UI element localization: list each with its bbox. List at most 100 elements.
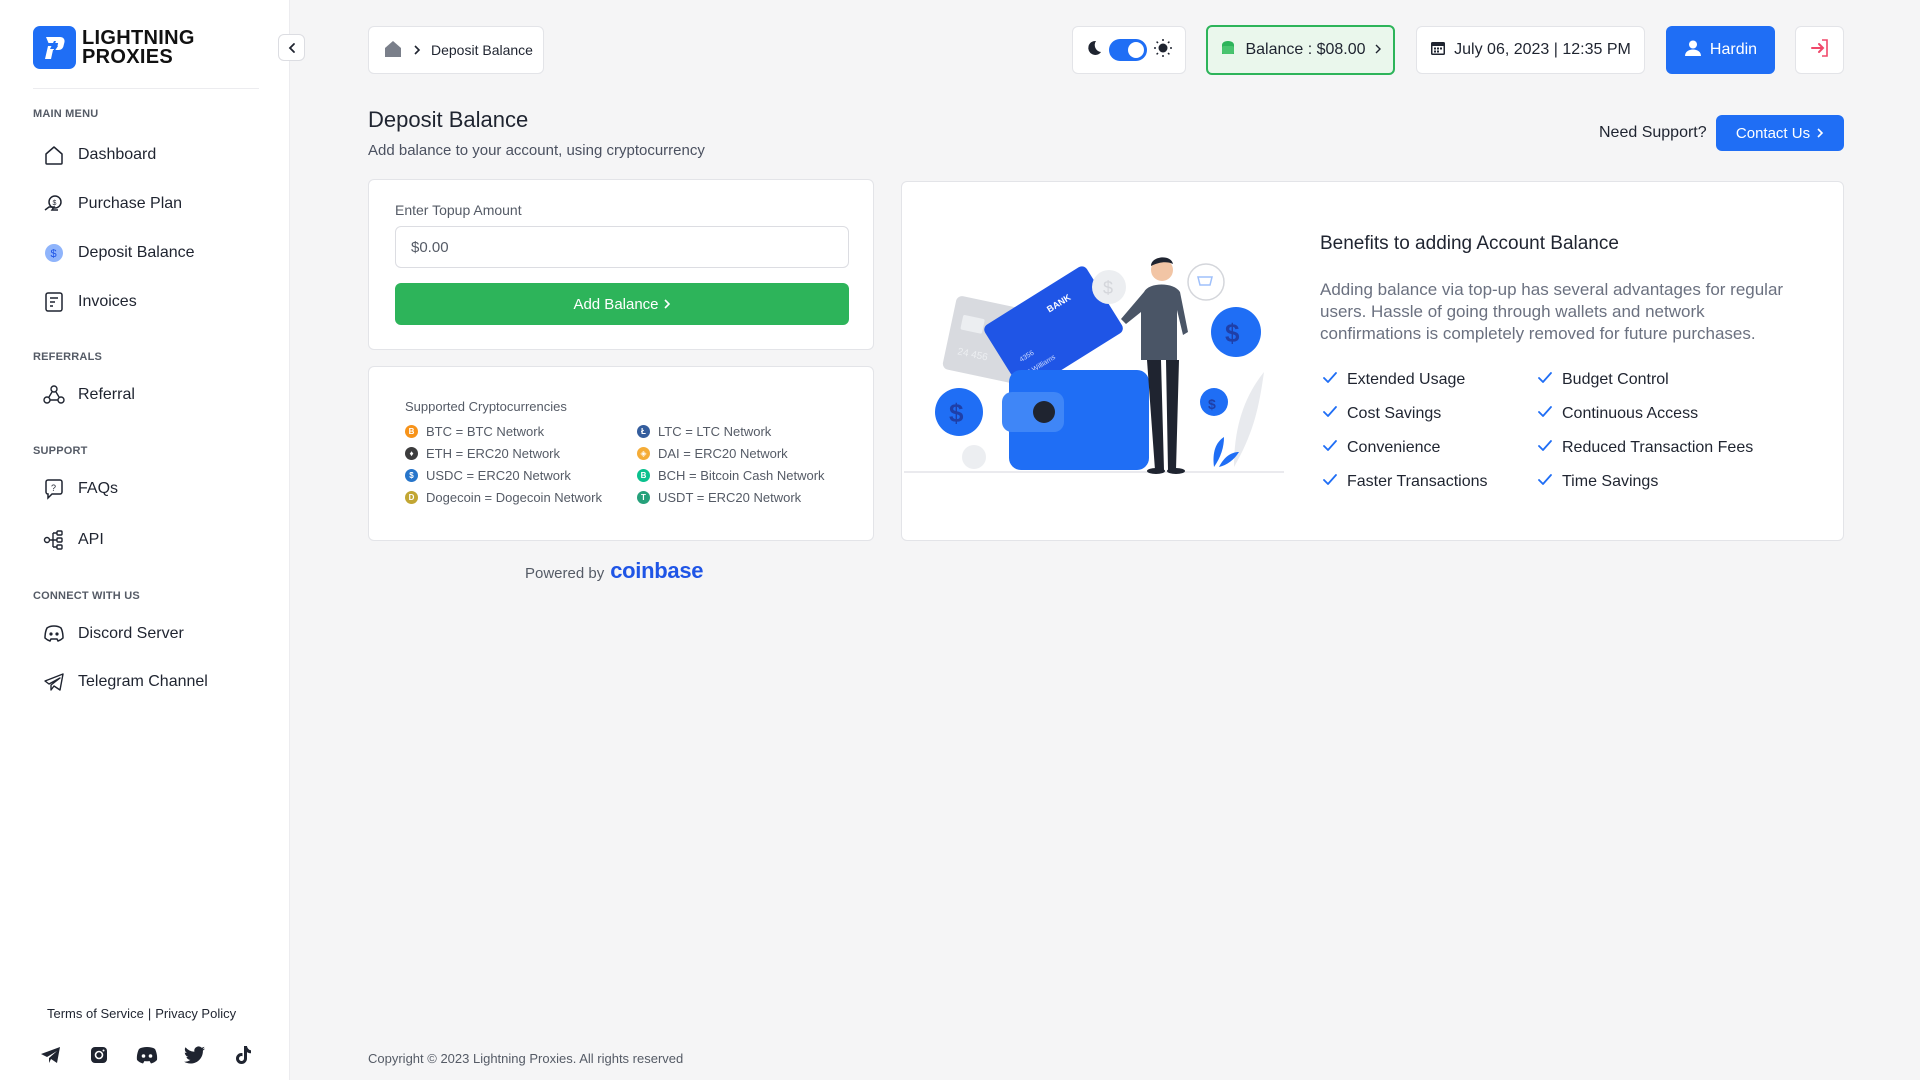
- moon-icon: [1085, 39, 1103, 62]
- balance-button[interactable]: Balance : $08.00: [1206, 25, 1395, 75]
- date-time-text: July 06, 2023 | 12:35 PM: [1454, 41, 1631, 58]
- copyright: Copyright © 2023 Lightning Proxies. All …: [368, 1051, 684, 1066]
- benefits-card: 24 456 BANK 4356 J.Williams $ $ $ $ Bene…: [901, 181, 1844, 541]
- benefit-label: Faster Transactions: [1347, 473, 1488, 490]
- benefit-label: Cost Savings: [1347, 405, 1442, 422]
- sidebar-item-telegram[interactable]: Telegram Channel: [42, 667, 208, 697]
- benefit-item: Continuous Access: [1538, 404, 1768, 424]
- crypto-item-label: USDT = ERC20 Network: [658, 489, 802, 505]
- theme-toggle: [1072, 26, 1186, 74]
- brand-logo[interactable]: LIGHTNING PROXIES: [33, 26, 195, 69]
- svg-text:$: $: [51, 248, 57, 260]
- sidebar-item-deposit-balance[interactable]: $ Deposit Balance: [42, 238, 195, 268]
- crypto-coin-icon: ◈: [637, 446, 650, 460]
- coinbase-logo: coinbase: [610, 558, 704, 583]
- divider: [33, 88, 259, 89]
- crypto-item: $ USDC = ERC20 Network: [405, 467, 637, 483]
- chevron-left-icon: [288, 42, 295, 53]
- benefit-label: Extended Usage: [1347, 371, 1466, 388]
- sidebar-item-dashboard[interactable]: Dashboard: [42, 140, 156, 170]
- check-icon: [1323, 473, 1337, 491]
- section-main-menu: MAIN MENU: [33, 108, 99, 120]
- chevron-right-icon: [1374, 41, 1382, 59]
- tiktok-social-icon[interactable]: [230, 1042, 255, 1067]
- sidebar-item-label: Deposit Balance: [78, 244, 195, 261]
- legal-separator: |: [147, 1006, 152, 1021]
- privacy-link[interactable]: Privacy Policy: [155, 1006, 236, 1021]
- check-icon: [1538, 439, 1552, 457]
- check-icon: [1323, 371, 1337, 389]
- crypto-item-label: BTC = BTC Network: [426, 423, 545, 439]
- benefit-label: Continuous Access: [1562, 405, 1699, 422]
- home-icon[interactable]: [383, 40, 403, 61]
- sidebar-item-label: Purchase Plan: [78, 195, 183, 212]
- sidebar-item-label: FAQs: [78, 480, 119, 497]
- breadcrumb: Deposit Balance: [368, 26, 544, 74]
- crypto-item: Ł LTC = LTC Network: [637, 423, 869, 439]
- sidebar-item-discord[interactable]: Discord Server: [42, 619, 184, 649]
- benefit-item: Reduced Transaction Fees: [1538, 438, 1768, 458]
- balance-text: Balance : $08.00: [1245, 41, 1366, 58]
- crypto-item: T USDT = ERC20 Network: [637, 489, 869, 505]
- support-label: Need Support?: [1599, 124, 1707, 141]
- contact-us-label: Contact Us: [1735, 124, 1811, 142]
- sidebar-item-faqs[interactable]: ? FAQs: [42, 474, 118, 504]
- date-time-display: July 06, 2023 | 12:35 PM: [1416, 26, 1645, 74]
- svg-text:?: ?: [51, 483, 56, 493]
- crypto-coin-icon: D: [405, 490, 418, 504]
- legal-links: Terms of Service | Privacy Policy: [47, 1006, 236, 1021]
- telegram-social-icon[interactable]: [38, 1042, 63, 1067]
- sidebar-item-label: Invoices: [78, 293, 137, 310]
- theme-switch[interactable]: [1109, 39, 1147, 61]
- crypto-coin-icon: $: [405, 468, 418, 482]
- twitter-social-icon[interactable]: [182, 1042, 207, 1067]
- sidebar-item-purchase-plan[interactable]: $ Purchase Plan: [42, 189, 182, 219]
- sidebar-item-label: Referral: [78, 386, 135, 403]
- crypto-item-label: USDC = ERC20 Network: [426, 467, 571, 483]
- telegram-icon: [42, 670, 66, 694]
- crypto-item-label: BCH = Bitcoin Cash Network: [658, 467, 825, 483]
- check-icon: [1323, 405, 1337, 423]
- check-icon: [1538, 473, 1552, 491]
- benefits-list: Extended Usage Budget Control Cost Savings…: [1323, 370, 1768, 492]
- benefit-label: Budget Control: [1562, 371, 1669, 388]
- discord-social-icon[interactable]: [134, 1042, 159, 1067]
- supported-crypto-heading: Supported Cryptocurrencies: [405, 399, 567, 414]
- contact-us-button[interactable]: Contact Us: [1716, 115, 1844, 151]
- instagram-social-icon[interactable]: [86, 1042, 111, 1067]
- topup-card: Enter Topup Amount Add Balance: [368, 179, 874, 350]
- crypto-item-label: Dogecoin = Dogecoin Network: [426, 489, 602, 505]
- crypto-coin-icon: Ł: [637, 424, 650, 438]
- check-icon: [1538, 371, 1552, 389]
- question-chat-icon: ?: [42, 477, 66, 501]
- sidebar-collapse-button[interactable]: [278, 34, 305, 61]
- crypto-item-label: DAI = ERC20 Network: [658, 445, 788, 461]
- user-icon: [1684, 39, 1702, 62]
- benefit-item: Cost Savings: [1323, 404, 1538, 424]
- user-profile-button[interactable]: Hardin: [1666, 26, 1775, 74]
- logout-icon: [1810, 38, 1830, 63]
- sun-icon: [1153, 38, 1173, 63]
- terms-link[interactable]: Terms of Service: [47, 1006, 144, 1021]
- social-links: [38, 1042, 255, 1067]
- calendar-icon: [1430, 40, 1446, 61]
- sidebar-item-referral[interactable]: Referral: [42, 380, 135, 410]
- crypto-coin-icon: B: [637, 468, 650, 482]
- benefit-item: Convenience: [1323, 438, 1538, 458]
- svg-text:$: $: [1103, 278, 1113, 298]
- section-referrals: REFERRALS: [33, 351, 103, 363]
- sidebar-item-label: Discord Server: [78, 625, 184, 642]
- brand-name: LIGHTNING PROXIES: [82, 26, 195, 68]
- check-icon: [1538, 405, 1552, 423]
- crypto-item-label: ETH = ERC20 Network: [426, 445, 561, 461]
- svg-text:$: $: [949, 398, 964, 428]
- add-balance-button[interactable]: Add Balance: [395, 283, 849, 325]
- sidebar-item-invoices[interactable]: Invoices: [42, 287, 137, 317]
- crypto-item: D Dogecoin = Dogecoin Network: [405, 489, 637, 505]
- logout-button[interactable]: [1795, 26, 1844, 74]
- topup-amount-input[interactable]: [395, 226, 849, 268]
- sidebar-item-api[interactable]: API: [42, 525, 104, 555]
- breadcrumb-current: Deposit Balance: [431, 42, 533, 58]
- svg-text:$: $: [1225, 318, 1240, 348]
- chevron-right-icon: [413, 42, 421, 58]
